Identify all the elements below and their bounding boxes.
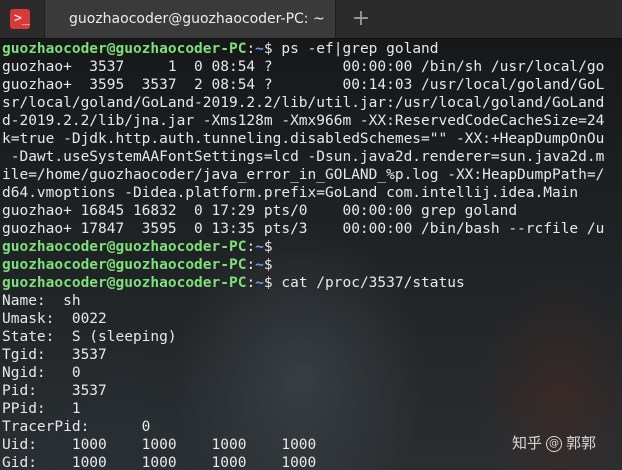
status-line: Pid: 3537 — [2, 383, 107, 399]
command-text: cat /proc/3537/status — [281, 275, 465, 291]
title-bar: >_ guozhaocoder@guozhaocoder-PC: ~ + — [0, 0, 622, 39]
prompt-line: guozhaocoder@guozhaocoder-PC:~$ — [2, 257, 273, 273]
output-line: d-2019.2.2/lib/jna.jar -Xms128m -Xmx966m… — [2, 113, 605, 129]
output-line: guozhao+ 17847 3595 0 13:35 pts/3 00:00:… — [2, 221, 605, 237]
output-line: -Dawt.useSystemAAFontSettings=lcd -Dsun.… — [2, 149, 605, 165]
new-tab-button[interactable]: + — [348, 6, 374, 32]
at-icon: @ — [546, 435, 563, 452]
output-line: sr/local/goland/GoLand-2019.2.2/lib/util… — [2, 95, 605, 111]
prompt-user-host: guozhaocoder@guozhaocoder-PC — [2, 239, 247, 255]
watermark: 知乎 @ 郭郭 — [512, 432, 596, 453]
status-line: Uid: 1000 1000 1000 1000 — [2, 437, 317, 453]
prompt-symbol: $ — [263, 275, 273, 291]
status-line: State: S (sleeping) — [2, 329, 177, 345]
watermark-left: 知乎 — [512, 434, 543, 452]
prompt-symbol: $ — [263, 239, 273, 255]
status-line: PPid: 1 — [2, 401, 81, 417]
prompt-user-host: guozhaocoder@guozhaocoder-PC — [2, 41, 247, 57]
status-line: Ngid: 0 — [2, 365, 81, 381]
watermark-right: 郭郭 — [566, 434, 597, 452]
output-line: d64.vmoptions -Didea.platform.prefix=GoL… — [2, 185, 579, 201]
prompt-user-host: guozhaocoder@guozhaocoder-PC — [2, 257, 247, 273]
output-line: guozhao+ 3537 1 0 08:54 ? 00:00:00 /bin/… — [2, 59, 605, 75]
tab-title: guozhaocoder@guozhaocoder-PC: ~ — [69, 11, 325, 27]
output-line: k=true -Djdk.http.auth.tunneling.disable… — [2, 131, 605, 147]
terminal-output[interactable]: guozhaocoder@guozhaocoder-PC:~$ ps -ef|g… — [0, 38, 622, 470]
terminal-prompt-icon: >_ — [14, 11, 30, 26]
prompt-path: ~ — [255, 275, 264, 291]
command-text: ps -ef|grep goland — [281, 41, 439, 57]
output-line: guozhao+ 16845 16832 0 17:29 pts/0 00:00… — [2, 203, 518, 219]
status-line: Gid: 1000 1000 1000 1000 — [2, 455, 317, 470]
status-line: TracerPid: 0 — [2, 419, 151, 435]
status-line: Tgid: 3537 — [2, 347, 107, 363]
prompt-line: guozhaocoder@guozhaocoder-PC:~$ — [2, 239, 273, 255]
terminal-app-icon[interactable]: >_ — [10, 9, 30, 29]
prompt-line: guozhaocoder@guozhaocoder-PC:~$ cat /pro… — [2, 275, 465, 291]
prompt-user-host: guozhaocoder@guozhaocoder-PC — [2, 275, 247, 291]
prompt-symbol: $ — [263, 41, 273, 57]
tab-terminal[interactable]: guozhaocoder@guozhaocoder-PC: ~ — [44, 0, 336, 38]
prompt-line: guozhaocoder@guozhaocoder-PC:~$ ps -ef|g… — [2, 41, 439, 57]
prompt-path: ~ — [255, 257, 264, 273]
status-line: Name: sh — [2, 293, 81, 309]
output-line: guozhao+ 3595 3537 2 08:54 ? 00:14:03 /u… — [2, 77, 605, 93]
prompt-path: ~ — [255, 41, 264, 57]
prompt-path: ~ — [255, 239, 264, 255]
prompt-symbol: $ — [263, 257, 273, 273]
output-line: ile=/home/guozhaocoder/java_error_in_GOL… — [2, 167, 605, 183]
status-line: Umask: 0022 — [2, 311, 107, 327]
